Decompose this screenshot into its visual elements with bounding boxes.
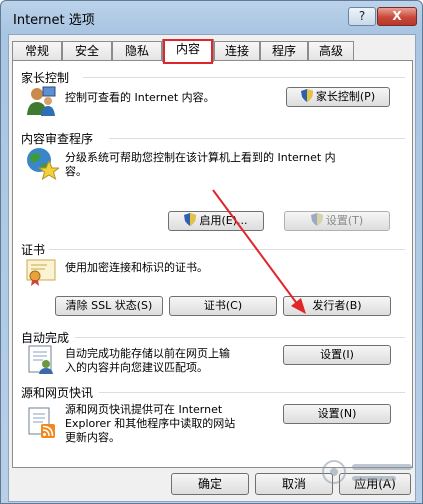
tab-connections[interactable]: 连接 xyxy=(214,41,260,61)
parental-controls-description: 控制可查看的 Internet 内容。 xyxy=(65,91,215,104)
content-advisor-icon xyxy=(25,146,61,181)
ok-button[interactable]: 确定 xyxy=(171,473,249,495)
close-button[interactable]: X xyxy=(377,7,417,26)
parental-controls-icon xyxy=(25,85,57,117)
autocomplete-description-line1: 自动完成功能存储以前在网页上输 xyxy=(65,347,230,360)
content-tab-panel: 家长控制 控制可查看的 Internet 内容。 家长控制(P) 内容审查程序 xyxy=(12,60,413,468)
tab-advanced[interactable]: 高级 xyxy=(308,41,354,61)
content-advisor-enable-button[interactable]: 启用(E)... xyxy=(168,211,264,231)
certificates-description: 使用加密连接和标识的证书。 xyxy=(65,261,208,274)
feeds-divider xyxy=(99,392,405,393)
title-bar[interactable]: Internet 选项 ? X xyxy=(1,1,422,33)
parental-controls-button[interactable]: 家长控制(P) xyxy=(286,87,390,107)
certificates-divider xyxy=(49,249,405,250)
content-advisor-enable-label: 启用(E)... xyxy=(199,214,248,227)
autocomplete-description-line2: 入的内容并向您建议匹配项。 xyxy=(65,361,208,374)
content-advisor-settings-button[interactable]: 设置(T) xyxy=(284,211,390,231)
feeds-title: 源和网页快讯 xyxy=(21,386,94,400)
uac-shield-icon xyxy=(300,89,313,102)
internet-options-window: Internet 选项 ? X 常规 安全 隐私 内容 连接 程序 高级 家长控… xyxy=(0,0,423,504)
tab-programs[interactable]: 程序 xyxy=(260,41,308,61)
feeds-icon xyxy=(25,406,57,438)
certificate-icon xyxy=(25,255,57,287)
clear-ssl-state-button[interactable]: 清除 SSL 状态(S) xyxy=(55,296,163,316)
parental-controls-title: 家长控制 xyxy=(21,71,70,85)
content-advisor-description-line2: 容。 xyxy=(65,165,87,178)
uac-shield-icon xyxy=(310,213,323,226)
watermark-logo xyxy=(322,460,412,484)
autocomplete-divider xyxy=(75,337,405,338)
parental-divider xyxy=(83,77,405,78)
tab-security[interactable]: 安全 xyxy=(62,41,112,61)
content-tab-highlight xyxy=(163,39,213,64)
parental-controls-button-label: 家长控制(P) xyxy=(315,90,376,103)
tab-general[interactable]: 常规 xyxy=(12,41,62,61)
feeds-settings-button[interactable]: 设置(N) xyxy=(283,404,391,424)
autocomplete-icon xyxy=(25,343,57,375)
autocomplete-settings-button[interactable]: 设置(I) xyxy=(283,345,391,365)
feeds-description-line1: 源和网页快讯提供可在 Internet xyxy=(65,403,223,416)
tab-privacy[interactable]: 隐私 xyxy=(112,41,162,61)
feeds-description-line3: 更新内容。 xyxy=(65,431,120,444)
content-advisor-settings-label: 设置(T) xyxy=(325,214,364,227)
certificates-button[interactable]: 证书(C) xyxy=(169,296,277,316)
content-advisor-description-line1: 分级系统可帮助您控制在该计算机上看到的 Internet 内 xyxy=(65,151,336,164)
help-button[interactable]: ? xyxy=(348,7,376,26)
window-title: Internet 选项 xyxy=(13,13,95,28)
dialog-client-area: 常规 安全 隐私 内容 连接 程序 高级 家长控制 控制可查看的 Interne… xyxy=(8,34,416,502)
uac-shield-icon xyxy=(184,213,197,226)
advisor-divider xyxy=(109,138,405,139)
content-advisor-title: 内容审查程序 xyxy=(21,132,94,146)
feeds-description-line2: Explorer 和其他程序中读取的网站 xyxy=(65,417,236,430)
publishers-button[interactable]: 发行者(B) xyxy=(283,296,391,316)
